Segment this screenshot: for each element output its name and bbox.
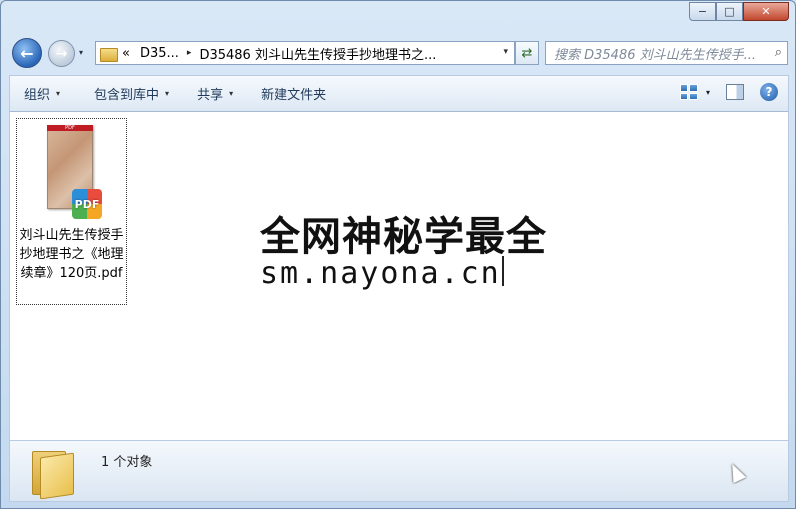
chevron-down-icon: ▾ [56, 89, 61, 98]
watermark-line-1: 全网神秘学最全 [260, 214, 547, 260]
minimize-button[interactable]: − [689, 2, 716, 21]
address-bar[interactable]: « D35... ▸ D35486 刘斗山先生传授手抄地理书之... ▾ [95, 41, 515, 65]
preview-pane-icon[interactable] [726, 84, 744, 100]
breadcrumb-separator-icon[interactable]: ▸ [187, 48, 192, 58]
organize-label: 组织 [24, 88, 51, 103]
watermark-line-2: sm.nayona.cn [260, 256, 504, 291]
share-label: 共享 [197, 88, 224, 103]
new-folder-button[interactable]: 新建文件夹 [247, 84, 340, 103]
details-pane: 1 个对象 [9, 440, 789, 502]
forward-button[interactable]: → [48, 40, 75, 67]
include-in-library-label: 包含到库中 [94, 88, 160, 103]
breadcrumb: « D35... ▸ D35486 刘斗山先生传授手抄地理书之... [122, 44, 436, 63]
breadcrumb-overflow[interactable]: « [122, 46, 130, 61]
file-item[interactable]: PDF PDF 刘斗山先生传授手抄地理书之《地理续章》120页.pdf [16, 118, 127, 305]
new-folder-label: 新建文件夹 [261, 88, 327, 103]
watermark-url: sm.nayona.cn [260, 256, 501, 291]
folder-icon [32, 447, 78, 500]
file-list-pane[interactable]: PDF PDF 刘斗山先生传授手抄地理书之《地理续章》120页.pdf 全网神秘… [9, 112, 789, 440]
chevron-down-icon: ▾ [165, 89, 170, 98]
folder-icon [100, 46, 118, 62]
share-button[interactable]: 共享 ▾ [183, 84, 247, 103]
caption-buttons: − □ ✕ [689, 2, 789, 21]
watermark-overlay: 全网神秘学最全 sm.nayona.cn [252, 198, 552, 302]
command-bar: 组织 ▾ 包含到库中 ▾ 共享 ▾ 新建文件夹 ▾ ? [9, 75, 789, 112]
breadcrumb-item-parent[interactable]: D35... [140, 46, 179, 61]
chevron-down-icon: ▾ [229, 89, 234, 98]
pdf-icon: PDF [72, 189, 102, 219]
search-input[interactable]: 搜索 D35486 刘斗山先生传授手... ⌕ [545, 41, 788, 65]
address-dropdown-icon[interactable]: ▾ [503, 47, 508, 57]
recent-pages-dropdown-icon[interactable]: ▾ [79, 48, 83, 57]
chevron-down-icon: ▾ [705, 87, 710, 97]
explorer-window: − □ ✕ ← → ▾ « D35... ▸ D35486 刘斗山先生传授手抄地… [0, 0, 796, 509]
search-icon[interactable]: ⌕ [775, 45, 782, 60]
toolbar-right: ▾ ? [679, 83, 778, 101]
view-icon [679, 84, 698, 100]
change-view-button[interactable]: ▾ [679, 84, 710, 100]
file-name: 刘斗山先生传授手抄地理书之《地理续章》120页.pdf [19, 228, 124, 281]
navigation-bar: ← → ▾ « D35... ▸ D35486 刘斗山先生传授手抄地理书之...… [1, 37, 795, 71]
include-in-library-button[interactable]: 包含到库中 ▾ [80, 84, 183, 103]
text-caret [501, 256, 504, 286]
close-button[interactable]: ✕ [743, 2, 789, 21]
refresh-button[interactable]: ⇄ [515, 41, 539, 65]
thumbnail-header: PDF [47, 125, 93, 131]
back-button[interactable]: ← [12, 38, 42, 68]
item-count: 1 个对象 [101, 455, 153, 470]
maximize-button[interactable]: □ [716, 2, 743, 21]
search-placeholder: 搜索 D35486 刘斗山先生传授手... [554, 47, 757, 63]
help-icon[interactable]: ? [760, 83, 778, 101]
breadcrumb-item-current[interactable]: D35486 刘斗山先生传授手抄地理书之... [199, 44, 436, 63]
organize-button[interactable]: 组织 ▾ [10, 84, 74, 103]
